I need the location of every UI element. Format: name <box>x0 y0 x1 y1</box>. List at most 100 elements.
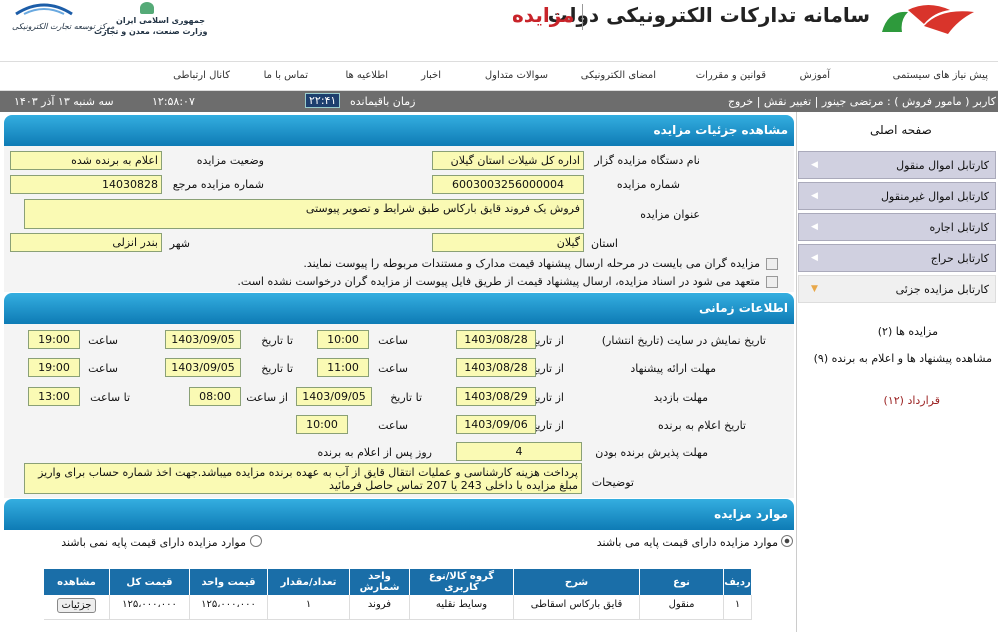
col-view: مشاهده <box>44 569 110 595</box>
row1-to-field: 1403/09/05 <box>165 330 241 349</box>
chevron-down-icon: ▼ <box>811 284 818 294</box>
nav-announcements[interactable]: اطلاعیه ها <box>345 70 388 81</box>
cell-unit: فروند <box>350 595 410 620</box>
col-unit: واحد شمارش <box>350 569 410 595</box>
row3-label: مهلت بازدید <box>653 391 708 404</box>
nav-contact[interactable]: تماس با ما <box>264 70 308 81</box>
ministry-emblem-icon <box>140 2 154 14</box>
col-unit-price: قیمت واحد <box>190 569 268 595</box>
status-label: وضعیت مزایده <box>196 154 264 167</box>
status-bar: کاربر ( مامور فروش ) : مرتضی جینور | تغی… <box>0 91 998 112</box>
row3-from-field: 1403/08/29 <box>456 387 536 406</box>
row4-time-label: ساعت <box>378 419 408 432</box>
sidebar-item-movable[interactable]: کارتابل اموال منقول ◀ <box>798 151 996 179</box>
setad-logo <box>878 2 978 42</box>
row3-from-time-field: 08:00 <box>189 387 241 406</box>
clock: ۱۲:۵۸:۰۷ <box>152 95 195 108</box>
row3-to-time-field: 13:00 <box>28 387 80 406</box>
radio-with-base-price[interactable] <box>781 535 793 547</box>
row2-from-field: 1403/08/28 <box>456 358 536 377</box>
sidebar-item-immovable[interactable]: کارتابل اموال غیرمنقول ◀ <box>798 182 996 210</box>
cell-total-price: ۱۲۵،۰۰۰،۰۰۰ <box>110 595 190 620</box>
cell-qty: ۱ <box>268 595 350 620</box>
row3-to-field: 1403/09/05 <box>296 387 372 406</box>
radio-without-base-price[interactable] <box>250 535 262 547</box>
no-attach-text: متعهد می شود در اسناد مزایده، ارسال پیشن… <box>237 275 760 288</box>
nav-training[interactable]: آموزش <box>800 70 830 81</box>
col-row: ردیف <box>724 569 752 595</box>
ref-field: 14030828 <box>10 175 162 194</box>
sidebar-link-auctions[interactable]: مزایده ها (۲) <box>878 325 938 338</box>
sidebar-item-label: کارتابل حراج <box>930 252 989 265</box>
row2-to-time-label: ساعت <box>88 362 118 375</box>
header: سامانه تدارکات الکترونیکی دولت مزایده جم… <box>0 0 998 62</box>
province-field: گیلان <box>432 233 584 252</box>
nav-news[interactable]: اخبار <box>421 70 441 81</box>
radio-with-base-price-label: موارد مزایده دارای قیمت پایه می باشند <box>596 536 778 549</box>
cell-desc: قایق بارکاس اسقاطی <box>514 595 640 620</box>
notes-field: پرداخت هزینه کارشناسی و عملیات انتقال قا… <box>24 463 582 494</box>
sidebar-link-contracts[interactable]: قرارداد (۱۲) <box>884 394 940 407</box>
nav-channel[interactable]: کانال ارتباطی <box>173 70 230 81</box>
row4-label: تاریخ اعلام به برنده <box>657 419 746 432</box>
status-field: اعلام به برنده شده <box>10 151 162 170</box>
row1-to-time-field: 19:00 <box>28 330 80 349</box>
details-section-header: مشاهده جزئیات مزایده <box>4 115 794 146</box>
trade-center-name: مرکز توسعه تجارت الکترونیکی <box>12 22 115 31</box>
col-total-price: قیمت کل <box>110 569 190 595</box>
no-attach-checkbox[interactable] <box>766 276 778 288</box>
module-title: مزایده <box>512 3 575 27</box>
col-qty: تعداد/مقدار <box>268 569 350 595</box>
row1-label: تاریخ نمایش در سایت (تاریخ انتشار) <box>601 334 766 347</box>
city-label: شهر <box>169 237 190 250</box>
col-group: گروه کالا/نوع کاربری <box>410 569 514 595</box>
nav-e-signature[interactable]: امضای الکترونیکی <box>581 70 656 81</box>
number-field: 6003003256000004 <box>432 175 584 194</box>
row2-to-label: تا تاریخ <box>261 362 293 375</box>
nav-faq[interactable]: سوالات متداول <box>485 70 548 81</box>
title-divider <box>582 4 583 30</box>
city-field: بندر انزلی <box>10 233 162 252</box>
attach-docs-checkbox[interactable] <box>766 258 778 270</box>
row1-from-field: 1403/08/28 <box>456 330 536 349</box>
cell-type: منقول <box>640 595 724 620</box>
sidebar-item-partial[interactable]: کارتابل مزایده جزئی ▼ <box>798 275 996 303</box>
row2-time-field: 11:00 <box>317 358 369 377</box>
row1-to-label: تا تاریخ <box>261 334 293 347</box>
accept-field: 4 <box>456 442 582 461</box>
sidebar-item-auction[interactable]: کارتابل حراج ◀ <box>798 244 996 272</box>
items-section-title: موارد مزایده <box>714 507 788 521</box>
col-type: نوع <box>640 569 724 595</box>
cell-group: وسایط نقلیه <box>410 595 514 620</box>
notes-label: توضیحات <box>591 476 634 489</box>
cell-unit-price: ۱۲۵،۰۰۰،۰۰۰ <box>190 595 268 620</box>
ministry-logo-text-1: جمهوری اسلامی ایران <box>116 16 205 25</box>
nav-system-prereq[interactable]: پیش نیاز های سیستمی <box>893 70 988 81</box>
province-label: استان <box>590 237 618 250</box>
row2-to-time-field: 19:00 <box>28 358 80 377</box>
row4-time-field: 10:00 <box>296 415 348 434</box>
chevron-icon: ◀ <box>811 253 818 263</box>
subject-label: عنوان مزایده <box>640 208 700 221</box>
sidebar-item-lease[interactable]: کارتابل اجاره ◀ <box>798 213 996 241</box>
accept-suffix: روز پس از اعلام به برنده <box>317 446 432 459</box>
user-info[interactable]: کاربر ( مامور فروش ) : مرتضی جینور | تغی… <box>728 95 996 108</box>
number-label: شماره مزایده <box>616 178 680 191</box>
nav-laws[interactable]: قوانین و مقررات <box>696 70 766 81</box>
timing-section-header: اطلاعات زمانی <box>4 293 794 324</box>
chevron-icon: ◀ <box>811 222 818 232</box>
sidebar-home[interactable]: صفحه اصلی <box>870 123 932 137</box>
row3-to-label: تا تاریخ <box>390 391 422 404</box>
row1-time-field: 10:00 <box>317 330 369 349</box>
remaining-time-label: زمان باقیمانده <box>350 95 416 108</box>
accept-label: مهلت پذیرش برنده بودن <box>595 446 708 459</box>
sidebar-link-offers[interactable]: مشاهده پیشنهاد ها و اعلام به برنده (۹) <box>808 351 992 367</box>
row2-time-label: ساعت <box>378 362 408 375</box>
subject-field: فروش یک فروند قایق بارکاس طبق شرایط و تص… <box>24 199 584 229</box>
org-label: نام دستگاه مزایده گزار <box>594 154 700 167</box>
row1-time-label: ساعت <box>378 334 408 347</box>
details-button[interactable]: جزئیات <box>56 598 97 613</box>
row2-label: مهلت ارائه پیشنهاد <box>630 362 716 375</box>
chevron-icon: ◀ <box>811 160 818 170</box>
sidebar-item-label: کارتابل مزایده جزئی <box>895 283 989 296</box>
